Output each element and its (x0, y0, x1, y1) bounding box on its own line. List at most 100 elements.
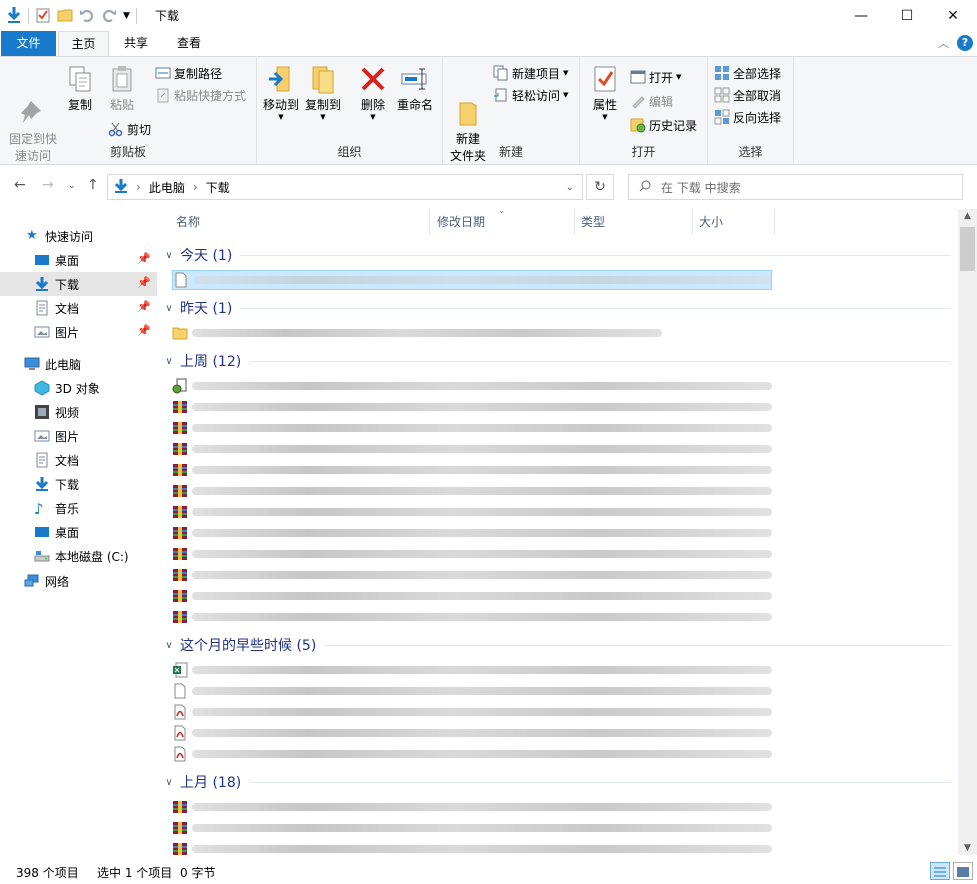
scroll-down-icon[interactable]: ▼ (958, 843, 977, 853)
nav-this-pc[interactable]: 此电脑 (0, 352, 157, 376)
scroll-up-icon[interactable]: ▲ (958, 211, 977, 221)
file-row[interactable] (172, 376, 772, 396)
minimize-button[interactable]: — (838, 0, 884, 31)
file-row[interactable] (172, 523, 772, 543)
file-row[interactable] (172, 460, 772, 480)
easy-access-button[interactable]: 轻松访问 ▼ (493, 85, 568, 105)
breadcrumb-this-pc[interactable]: 此电脑 (149, 179, 185, 196)
file-row[interactable] (172, 818, 772, 838)
nav-quick-pictures[interactable]: 图片 📌 (0, 320, 157, 344)
nav-3d-objects[interactable]: 3D 对象 (0, 376, 157, 400)
collapse-ribbon-icon[interactable]: ︿ (938, 35, 949, 51)
nav-quick-downloads[interactable]: 下载 📌 (0, 272, 157, 296)
move-to-button[interactable]: 移动到 ▼ (262, 63, 300, 121)
maximize-button[interactable]: ☐ (884, 0, 930, 31)
select-group-label: 选择 (738, 145, 763, 159)
nav-local-disk[interactable]: 本地磁盘 (C:) (0, 544, 157, 568)
group-header-today[interactable]: ∨ 今天 (1) (160, 245, 957, 265)
open-button[interactable]: 打开 ▼ (630, 67, 681, 87)
select-all-label: 全部选择 (733, 66, 782, 81)
search-box[interactable]: 在 下载 中搜索 (628, 174, 963, 200)
file-row[interactable] (172, 439, 772, 459)
file-row[interactable] (172, 702, 772, 722)
back-arrow-icon[interactable]: ← (14, 177, 26, 193)
paste-button[interactable]: 粘贴 (102, 63, 142, 114)
customize-qat-icon[interactable]: ▼ (123, 11, 130, 21)
file-row[interactable] (172, 586, 772, 606)
file-row[interactable] (172, 660, 772, 680)
file-row[interactable] (172, 839, 772, 855)
address-dropdown-icon[interactable]: ⌄ (566, 182, 574, 193)
large-icons-view-button[interactable] (953, 862, 973, 880)
nav-quick-documents[interactable]: 文档 📌 (0, 296, 157, 320)
select-none-button[interactable]: 全部取消 (714, 85, 781, 105)
group-header-last-week[interactable]: ∨ 上周 (12) (160, 351, 957, 371)
group-header-yesterday[interactable]: ∨ 昨天 (1) (160, 298, 957, 318)
file-row[interactable] (172, 418, 772, 438)
file-row[interactable] (172, 723, 772, 743)
file-row[interactable] (172, 270, 772, 290)
edit-button[interactable]: 编辑 (630, 91, 673, 111)
group-header-last-month[interactable]: ∨ 上月 (18) (160, 772, 957, 792)
tab-share[interactable]: 共享 (112, 31, 160, 56)
forward-arrow-icon[interactable]: → (42, 177, 54, 193)
paste-shortcut-button[interactable]: 粘贴快捷方式 (155, 85, 246, 105)
address-bar[interactable]: › 此电脑 › 下载 ⌄ (107, 174, 583, 200)
column-type[interactable]: 类型 (575, 209, 693, 235)
refresh-button[interactable]: ↻ (586, 174, 614, 200)
properties-icon[interactable] (35, 7, 51, 26)
copy-button[interactable]: 复制 (62, 63, 98, 114)
help-icon[interactable]: ? (957, 35, 973, 51)
close-button[interactable]: ✕ (930, 0, 976, 31)
invert-selection-button[interactable]: 反向选择 (714, 107, 781, 127)
rename-button[interactable]: 重命名 (393, 63, 437, 114)
up-arrow-icon[interactable]: ↑ (87, 177, 99, 193)
nav-desktop[interactable]: 桌面 (0, 520, 157, 544)
scroll-thumb[interactable] (960, 227, 975, 271)
file-row[interactable] (172, 607, 772, 627)
tab-home[interactable]: 主页 (58, 31, 109, 57)
properties-button[interactable]: 属性 ▼ (588, 63, 622, 121)
nav-pictures[interactable]: 图片 (0, 424, 157, 448)
group-organize: 移动到 ▼ 复制到 ▼ 删除 ▼ 重命名 组织 (257, 57, 443, 164)
nav-music[interactable]: ♪ 音乐 (0, 496, 157, 520)
document-icon (34, 300, 50, 316)
new-item-button[interactable]: 新建项目 ▼ (493, 63, 568, 83)
nav-videos[interactable]: 视频 (0, 400, 157, 424)
file-row[interactable] (172, 481, 772, 501)
file-row[interactable] (172, 797, 772, 817)
file-row[interactable] (172, 323, 662, 343)
column-name[interactable]: 名称 (170, 209, 430, 235)
group-header-earlier-this-month[interactable]: ∨ 这个月的早些时候 (5) (160, 635, 957, 655)
recent-locations-icon[interactable]: ⌄ (68, 181, 76, 191)
file-row[interactable] (172, 565, 772, 585)
tab-file[interactable]: 文件 (1, 31, 56, 56)
file-row[interactable] (172, 502, 772, 522)
cut-button[interactable]: 剪切 (108, 119, 151, 139)
undo-icon[interactable] (79, 7, 95, 26)
redo-icon[interactable] (101, 7, 117, 26)
file-row[interactable] (172, 744, 772, 764)
select-all-button[interactable]: 全部选择 (714, 63, 781, 83)
file-row[interactable] (172, 681, 772, 701)
nav-quick-access[interactable]: ★ 快速访问 (0, 224, 157, 248)
file-row[interactable] (172, 544, 772, 564)
details-view-button[interactable] (930, 862, 950, 880)
new-folder-icon[interactable] (57, 7, 73, 26)
nav-network[interactable]: 网络 (0, 569, 157, 593)
vertical-scrollbar[interactable]: ▲ ▼ (958, 209, 977, 855)
window-title: 下载 (155, 9, 180, 23)
breadcrumb-downloads[interactable]: 下载 (206, 179, 230, 196)
file-row[interactable] (172, 397, 772, 417)
nav-quick-desktop[interactable]: 桌面 📌 (0, 248, 157, 272)
nav-downloads[interactable]: 下载 (0, 472, 157, 496)
title-bar: ▼ 下载 — ☐ ✕ (0, 0, 977, 31)
delete-button[interactable]: 删除 ▼ (357, 63, 389, 121)
tab-view[interactable]: 查看 (163, 31, 215, 56)
copy-path-button[interactable]: 复制路径 (155, 63, 222, 83)
column-size[interactable]: 大小 (693, 209, 775, 235)
nav-documents[interactable]: 文档 (0, 448, 157, 472)
history-button[interactable]: 历史记录 (630, 115, 697, 135)
pdf-file-icon (172, 704, 188, 720)
copy-to-button[interactable]: 复制到 ▼ (303, 63, 343, 121)
